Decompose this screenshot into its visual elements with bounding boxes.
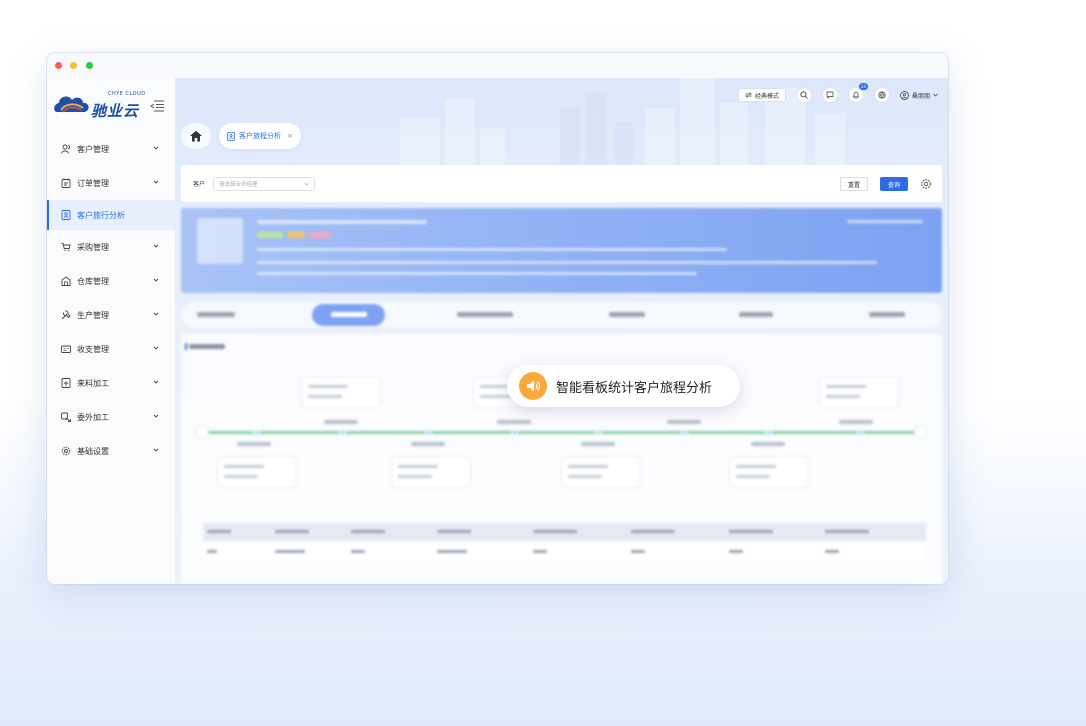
reset-button[interactable]: 重置 — [839, 177, 868, 191]
logo: CHYE CLOUD 驰业云 — [53, 90, 153, 120]
warehouse-icon — [61, 276, 71, 286]
chevron-down-icon — [153, 180, 159, 184]
home-tab[interactable] — [181, 123, 211, 149]
close-window-button[interactable] — [55, 62, 62, 69]
logo-subtitle: CHYE CLOUD — [108, 91, 146, 97]
cart-icon — [61, 242, 71, 252]
settings-gear-icon[interactable] — [920, 178, 932, 190]
speaker-icon — [519, 372, 547, 400]
sidebar-item-orders[interactable]: 订单管理 — [47, 166, 175, 200]
user-icon — [61, 144, 71, 154]
classic-mode-label: 经典模式 — [754, 92, 779, 100]
customer-select[interactable]: 请选择业务经理 — [213, 176, 316, 191]
analysis-tabs — [181, 302, 942, 328]
user-avatar-icon — [900, 90, 909, 100]
title-bar — [47, 53, 948, 78]
main-content: 经典模式 24 桑朋朋 客户旅程分析 × 客户 请选择业务经理 重置 查询 — [175, 78, 948, 584]
gear-icon — [61, 446, 71, 456]
sidebar-item-customer[interactable]: 客户管理 — [47, 132, 175, 166]
sidebar-item-label: 订单管理 — [77, 178, 109, 188]
journey-icon — [61, 210, 71, 220]
sidebar-item-outsourcing[interactable]: 委外加工 — [47, 400, 175, 434]
sidebar-item-label: 采购管理 — [77, 242, 109, 252]
tab-customer-journey[interactable]: 客户旅程分析 × — [219, 123, 301, 149]
sidebar-menu: 客户管理 订单管理 客户旅行分析 采购管理 仓库管理 生产管理 收支管理 来料加… — [47, 132, 175, 468]
header-actions: 经典模式 24 桑朋朋 — [737, 83, 938, 103]
sidebar-item-label: 客户旅行分析 — [77, 210, 125, 220]
feature-caption-text: 智能看板统计客户旅程分析 — [556, 380, 713, 396]
chevron-down-icon — [304, 182, 309, 185]
messages-button[interactable] — [821, 87, 838, 103]
timeline-next-button[interactable] — [914, 425, 928, 439]
sidebar-item-label: 委外加工 — [77, 412, 109, 422]
feature-caption: 智能看板统计客户旅程分析 — [507, 365, 740, 407]
user-menu[interactable]: 桑朋朋 — [900, 90, 938, 100]
chat-icon — [826, 91, 834, 99]
filter-bar: 客户 请选择业务经理 重置 查询 — [181, 165, 942, 202]
sidebar-item-label: 客户管理 — [77, 144, 109, 154]
summary-table — [203, 523, 926, 563]
chevron-down-icon — [153, 278, 159, 282]
chevron-down-icon — [153, 448, 159, 452]
maximize-window-button[interactable] — [86, 62, 93, 69]
customer-logo — [197, 218, 243, 264]
sidebar-item-incoming-processing[interactable]: 来料加工 — [47, 366, 175, 400]
chevron-down-icon — [153, 346, 159, 350]
chevron-down-icon — [153, 380, 159, 384]
material-icon — [61, 378, 71, 388]
classic-mode-button[interactable]: 经典模式 — [737, 88, 786, 102]
sidebar-item-label: 来料加工 — [77, 378, 109, 388]
sidebar-item-warehouse[interactable]: 仓库管理 — [47, 264, 175, 298]
sidebar-item-label: 基础设置 — [77, 446, 109, 456]
tab-label: 客户旅程分析 — [239, 132, 281, 140]
tab-bar: 客户旅程分析 × — [181, 123, 301, 149]
notifications-button[interactable]: 24 — [847, 83, 868, 103]
customer-select-placeholder: 请选择业务经理 — [219, 181, 258, 188]
timeline-prev-button[interactable] — [195, 425, 209, 439]
search-icon — [800, 91, 808, 99]
chevron-down-icon — [153, 244, 159, 248]
language-button[interactable] — [873, 87, 890, 103]
chevron-down-icon — [153, 312, 159, 316]
timeline-track — [209, 431, 914, 434]
order-icon — [61, 178, 71, 188]
logo-text: 驰业云 — [91, 102, 140, 120]
bell-icon — [852, 91, 859, 99]
sidebar-item-label: 收支管理 — [77, 344, 109, 354]
collapse-sidebar-icon[interactable] — [150, 100, 164, 112]
query-button[interactable]: 查询 — [879, 177, 908, 191]
chevron-down-icon — [153, 414, 159, 418]
outsource-icon — [61, 412, 71, 422]
sidebar-item-customer-journey[interactable]: 客户旅行分析 — [47, 200, 175, 230]
app-window: CHYE CLOUD 驰业云 客户管理 订单管理 客户旅行分析 采购管理 仓库管… — [47, 53, 948, 584]
globe-icon — [878, 91, 886, 99]
journey-icon — [227, 131, 235, 141]
chevron-down-icon — [933, 93, 938, 97]
minimize-window-button[interactable] — [70, 62, 77, 69]
sidebar-item-label: 仓库管理 — [77, 276, 109, 286]
search-button[interactable] — [795, 87, 812, 103]
username: 桑朋朋 — [911, 92, 930, 100]
finance-icon — [61, 344, 71, 354]
home-icon — [190, 130, 202, 142]
close-tab-icon[interactable]: × — [287, 132, 293, 140]
sidebar: CHYE CLOUD 驰业云 客户管理 订单管理 客户旅行分析 采购管理 仓库管… — [47, 78, 175, 584]
sidebar-item-label: 生产管理 — [77, 310, 109, 320]
customer-info-card — [181, 208, 942, 293]
sidebar-item-settings[interactable]: 基础设置 — [47, 434, 175, 468]
sidebar-item-finance[interactable]: 收支管理 — [47, 332, 175, 366]
sidebar-item-purchase[interactable]: 采购管理 — [47, 230, 175, 264]
swap-icon — [745, 92, 752, 98]
tools-icon — [61, 310, 71, 320]
sidebar-item-production[interactable]: 生产管理 — [47, 298, 175, 332]
chevron-down-icon — [153, 146, 159, 150]
notification-badge: 24 — [858, 83, 868, 90]
customer-filter-label: 客户 — [193, 181, 206, 188]
